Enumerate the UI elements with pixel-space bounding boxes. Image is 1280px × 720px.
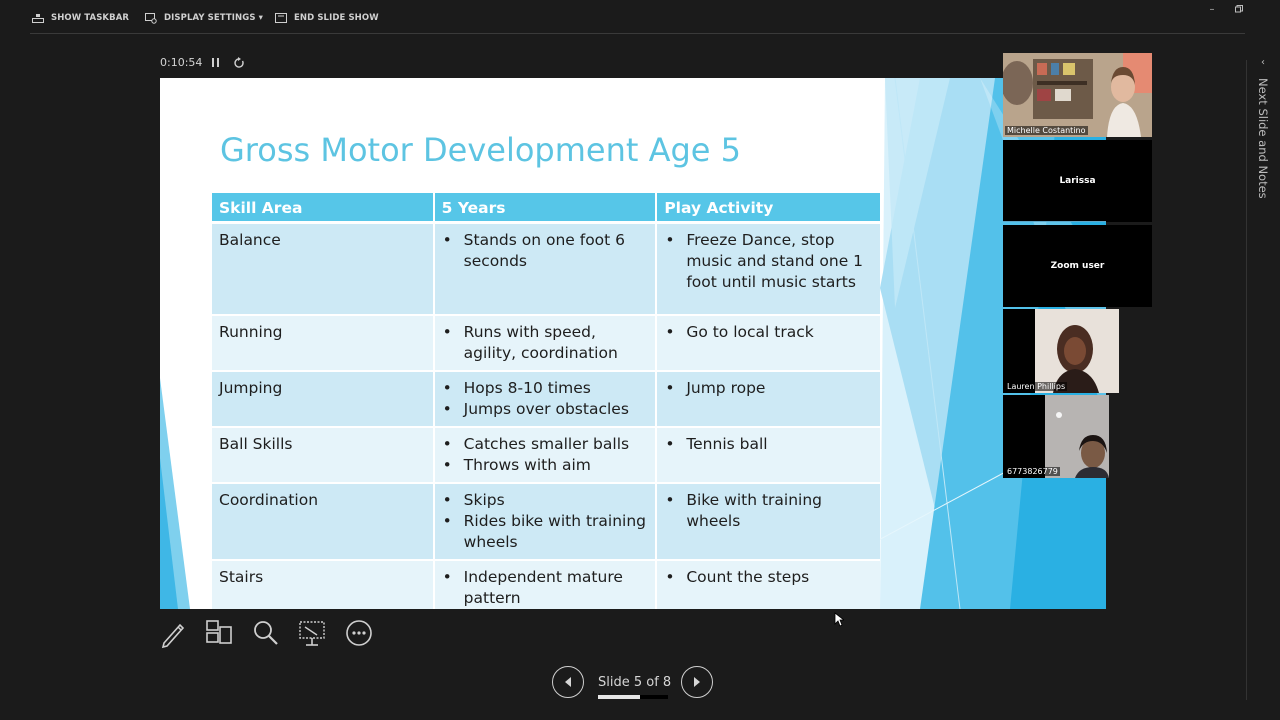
list-item: Throws with aim: [443, 455, 649, 476]
current-slide[interactable]: Gross Motor Development Age 5 Skill Area…: [160, 78, 1106, 609]
table-row: Running Runs with speed, agility, coordi…: [212, 316, 880, 372]
slide-counter[interactable]: Slide 5 of 8: [598, 675, 671, 690]
list-item: Independent mature pattern: [443, 567, 649, 609]
table-row: Balance Stands on one foot 6 seconds Fre…: [212, 224, 880, 316]
list-item: Runs with speed, agility, coordination: [443, 322, 649, 364]
table-row: Ball Skills Catches smaller balls Throws…: [212, 428, 880, 484]
participant-tile[interactable]: Larissa: [1003, 140, 1152, 222]
restore-icon[interactable]: [1232, 4, 1246, 16]
list-item: Jump rope: [665, 378, 873, 399]
table-header-row: Skill Area 5 Years Play Activity: [212, 193, 880, 224]
skills-table: Skill Area 5 Years Play Activity Balance…: [212, 193, 880, 609]
mouse-cursor-icon: [834, 612, 844, 627]
skill-cell: Jumping: [212, 372, 435, 428]
participant-video-feed: [1003, 395, 1109, 478]
list-item: Hops 8-10 times: [443, 378, 649, 399]
participant-name: Larissa: [1059, 176, 1096, 186]
restart-timer-icon[interactable]: [233, 56, 245, 69]
participant-name: 6773826779: [1005, 467, 1060, 476]
taskbar-icon: [32, 14, 44, 23]
participant-video-feed: [1003, 309, 1119, 393]
participant-video-feed: [1003, 53, 1152, 137]
participant-name: Lauren Phillips: [1005, 382, 1068, 391]
list-item: Bike with training wheels: [665, 490, 873, 532]
next-slide-button[interactable]: [681, 666, 713, 698]
slides-grid-icon[interactable]: [204, 617, 234, 649]
toolbar-divider: [30, 33, 1245, 34]
list-item: Tennis ball: [665, 434, 873, 455]
list-item: Freeze Dance, stop music and stand one 1…: [665, 230, 873, 293]
participant-name: Zoom user: [1050, 261, 1105, 271]
years-cell: Runs with speed, agility, coordination: [434, 316, 658, 372]
active-speaker-indicator: [1003, 221, 1106, 222]
show-taskbar-button[interactable]: SHOW TASKBAR: [32, 11, 129, 25]
list-item: Skips: [443, 490, 649, 511]
years-cell: Skips Rides bike with training wheels: [434, 484, 658, 561]
arrow-left-icon: [565, 677, 571, 687]
activity-cell: Count the steps: [657, 561, 880, 609]
show-taskbar-label: SHOW TASKBAR: [51, 13, 130, 23]
years-cell: Hops 8-10 times Jumps over obstacles: [434, 372, 658, 428]
display-settings-icon: [145, 12, 157, 24]
column-header: Skill Area: [212, 193, 435, 224]
skill-cell: Balance: [212, 224, 435, 316]
participant-video-tile[interactable]: Lauren Phillips: [1003, 309, 1119, 393]
list-item: Jumps over obstacles: [443, 399, 649, 420]
arrow-right-icon: [694, 677, 700, 687]
zoom-magnifier-icon[interactable]: [251, 617, 281, 649]
column-header: 5 Years: [434, 193, 658, 224]
slide-progress-bar: [598, 695, 668, 699]
years-cell: Catches smaller balls Throws with aim: [434, 428, 658, 484]
display-settings-button[interactable]: DISPLAY SETTINGS ▾: [145, 11, 263, 25]
participant-tile[interactable]: Zoom user: [1003, 225, 1152, 307]
activity-cell: Go to local track: [657, 316, 880, 372]
activity-cell: Tennis ball: [657, 428, 880, 484]
end-slide-show-button[interactable]: END SLIDE SHOW: [275, 11, 379, 25]
chevron-left-icon[interactable]: ‹: [1261, 57, 1265, 68]
table-row: Jumping Hops 8-10 times Jumps over obsta…: [212, 372, 880, 428]
slide-progress-fill: [598, 695, 640, 699]
pause-icon[interactable]: [211, 57, 221, 68]
elapsed-timer: 0:10:54: [160, 56, 203, 69]
list-item: Catches smaller balls: [443, 434, 649, 455]
next-slide-notes-toggle[interactable]: Next Slide and Notes: [1256, 78, 1270, 199]
presenter-view-icon[interactable]: [297, 617, 327, 649]
list-item: Go to local track: [665, 322, 873, 343]
pen-icon[interactable]: [158, 617, 188, 649]
activity-cell: Bike with training wheels: [657, 484, 880, 561]
more-options-icon[interactable]: [344, 617, 374, 649]
skill-cell: Stairs: [212, 561, 435, 609]
end-show-icon: [275, 13, 287, 23]
list-item: Count the steps: [665, 567, 873, 588]
column-header: Play Activity: [657, 193, 880, 224]
presenter-toolbar: SHOW TASKBAR DISPLAY SETTINGS ▾ END SLID…: [0, 0, 1280, 34]
skill-cell: Coordination: [212, 484, 435, 561]
participant-name: Michelle Costantino: [1005, 126, 1088, 135]
activity-cell: Freeze Dance, stop music and stand one 1…: [657, 224, 880, 316]
table-row: Stairs Independent mature pattern Count …: [212, 561, 880, 609]
list-item: Stands on one foot 6 seconds: [443, 230, 649, 272]
minimize-icon[interactable]: –: [1205, 4, 1219, 16]
skill-cell: Ball Skills: [212, 428, 435, 484]
notes-panel-divider: [1246, 60, 1247, 700]
participant-video-tile[interactable]: 6773826779: [1003, 395, 1109, 478]
years-cell: Stands on one foot 6 seconds: [434, 224, 658, 316]
list-item: Rides bike with training wheels: [443, 511, 649, 553]
table-row: Coordination Skips Rides bike with train…: [212, 484, 880, 561]
skill-cell: Running: [212, 316, 435, 372]
display-settings-label: DISPLAY SETTINGS ▾: [164, 13, 263, 23]
previous-slide-button[interactable]: [552, 666, 584, 698]
years-cell: Independent mature pattern: [434, 561, 658, 609]
end-slide-show-label: END SLIDE SHOW: [294, 13, 379, 23]
participant-video-tile[interactable]: Michelle Costantino: [1003, 53, 1152, 137]
slide-title: Gross Motor Development Age 5: [220, 131, 741, 169]
activity-cell: Jump rope: [657, 372, 880, 428]
